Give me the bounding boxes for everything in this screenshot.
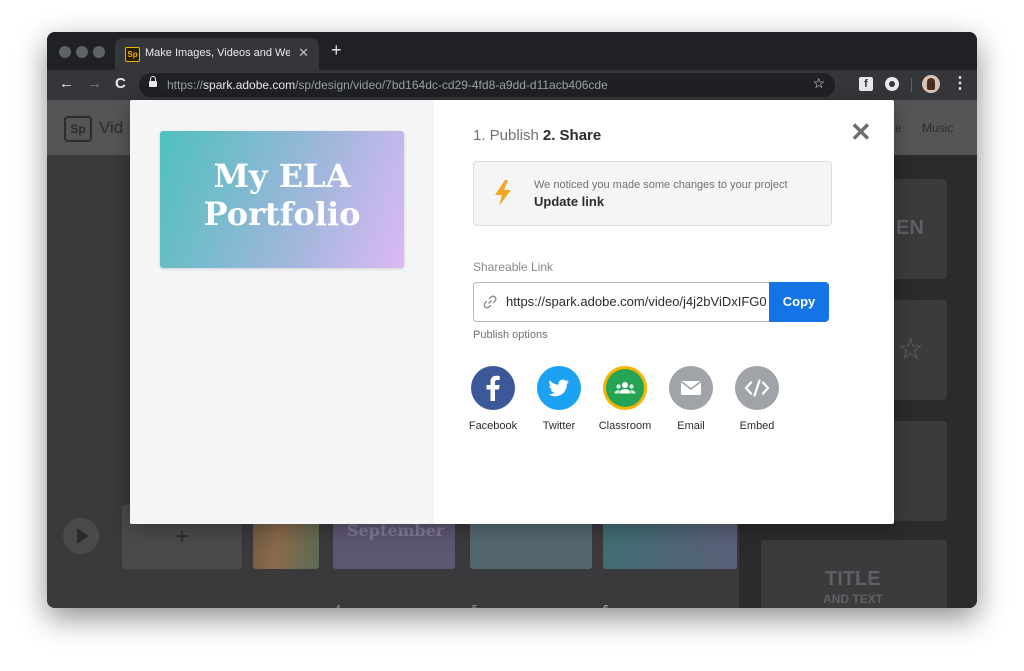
play-button[interactable] [63, 518, 99, 554]
share-classroom[interactable]: Classroom [592, 366, 658, 432]
tab-close-icon[interactable]: ✕ [298, 45, 309, 61]
toolbar-divider [911, 78, 912, 92]
step-publish[interactable]: 1. Publish [473, 127, 539, 144]
publish-options-link[interactable]: Publish options [473, 329, 548, 341]
project-thumbnail: My ELA Portfolio [160, 131, 404, 268]
app-title: Vid [99, 118, 124, 137]
window-close-control[interactable] [59, 46, 71, 58]
spark-logo: Sp [64, 116, 92, 142]
share-email[interactable]: Email [658, 366, 724, 432]
extension-circle-icon[interactable] [885, 77, 899, 91]
url-text: https://spark.adobe.com/sp/design/video/… [167, 78, 608, 92]
back-arrow-icon[interactable]: ← [59, 75, 74, 92]
notice-message: We noticed you made some changes to your… [534, 179, 788, 191]
update-link-button[interactable]: Update link [534, 194, 604, 209]
bookmark-star-icon[interactable]: ☆ [812, 75, 825, 92]
share-twitter[interactable]: Twitter [526, 366, 592, 432]
modal-preview-pane: My ELA Portfolio [130, 100, 434, 524]
tab-bar: Sp Make Images, Videos and Web ✕ + [47, 32, 977, 70]
twitter-icon [537, 366, 581, 410]
link-icon [483, 295, 497, 309]
layout-card-text: TITLE [825, 568, 881, 590]
email-icon [669, 366, 713, 410]
shareable-link-label: Shareable Link [473, 260, 554, 274]
address-bar[interactable]: https://spark.adobe.com/sp/design/video/… [139, 73, 835, 97]
lightning-bolt-icon [495, 180, 511, 206]
step-indicator: 1. Publish 2. Share [473, 127, 601, 144]
layout-card-text: EN [896, 217, 924, 239]
shareable-link-url: https://spark.adobe.com/video/j4j2bViDxI… [506, 294, 767, 309]
new-tab-button[interactable]: + [331, 40, 342, 61]
embed-icon [735, 366, 779, 410]
share-modal: My ELA Portfolio 1. Publish 2. Share ✕ We… [130, 100, 894, 524]
shareable-link-field[interactable]: https://spark.adobe.com/video/j4j2bViDxI… [473, 282, 770, 322]
slide-number: 5 [472, 604, 478, 608]
changes-notice: We noticed you made some changes to your… [473, 161, 832, 226]
step-share: 2. Share [542, 127, 602, 144]
spark-favicon-icon: Sp [125, 47, 140, 62]
share-label: Facebook [468, 420, 518, 432]
project-title: My ELA Portfolio [203, 157, 361, 233]
facebook-icon [471, 366, 515, 410]
share-label: Twitter [542, 420, 576, 432]
facebook-extension-icon[interactable]: f [859, 77, 873, 91]
share-label: Email [677, 420, 705, 432]
browser-tab[interactable]: Sp Make Images, Videos and Web ✕ [115, 38, 319, 70]
close-icon[interactable]: ✕ [850, 117, 872, 148]
share-facebook[interactable]: Facebook [460, 366, 526, 432]
lock-icon [149, 76, 157, 88]
reload-icon[interactable]: C [115, 75, 126, 92]
layout-card-subtext: AND TEXT [823, 592, 883, 606]
classroom-icon [603, 366, 647, 410]
share-embed[interactable]: Embed [724, 366, 790, 432]
copy-button[interactable]: Copy [769, 282, 829, 322]
window-zoom-control[interactable] [93, 46, 105, 58]
browser-toolbar: ← → C https://spark.adobe.com/sp/design/… [47, 70, 977, 100]
profile-avatar[interactable] [922, 75, 940, 93]
app-menu-partial[interactable]: e [895, 121, 902, 135]
slide-number: 4 [335, 604, 341, 608]
forward-arrow-icon[interactable]: → [87, 75, 102, 92]
modal-share-pane: 1. Publish 2. Share ✕ We noticed you made… [434, 100, 894, 524]
share-label: Classroom [598, 420, 652, 432]
layout-card[interactable]: TITLE AND TEXT [761, 540, 947, 608]
browser-menu-icon[interactable]: ⋮ [952, 73, 968, 93]
music-tab[interactable]: Music [922, 121, 953, 135]
window-minimize-control[interactable] [76, 46, 88, 58]
tab-title: Make Images, Videos and Web [145, 47, 290, 59]
layout-card-star-icon: ☆ [897, 333, 924, 366]
share-label: Embed [739, 420, 775, 432]
slide-number: 6 [603, 604, 609, 608]
